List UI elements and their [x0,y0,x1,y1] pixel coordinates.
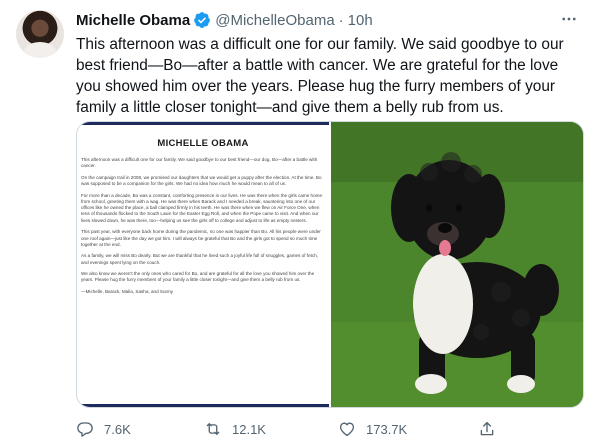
verified-badge-icon [193,11,211,29]
heart-icon [339,422,355,437]
dog-photo[interactable] [331,122,583,407]
author-name[interactable]: Michelle Obama [76,12,190,29]
statement-signature: —Michelle, Barack, Malia, Sasha, and Sun… [81,288,173,294]
statement-bottom-bar [77,404,329,407]
statement-body: This afternoon was a difficult one for o… [81,157,325,300]
avatar-shoulders [24,42,56,58]
retweet-icon [206,423,220,435]
author-handle[interactable]: @MichelleObama [215,12,334,29]
tweet-media[interactable]: MICHELLE OBAMA This afternoon was a diff… [76,121,584,408]
tweet-text: This afternoon was a difficult one for o… [76,36,564,116]
statement-top-bar [77,122,329,125]
reply-button[interactable]: 7.6K [76,420,131,438]
share-button[interactable] [478,420,506,438]
statement-image[interactable]: MICHELLE OBAMA This afternoon was a diff… [77,122,331,407]
like-button[interactable]: 173.7K [338,420,407,438]
share-icon [480,421,494,436]
statement-paragraph: On the campaign trail in 2008, we promis… [81,174,322,187]
statement-paragraph: This afternoon was a difficult one for o… [81,157,318,169]
reply-icon [77,422,93,437]
like-count: 173.7K [366,421,408,437]
statement-paragraph: For more than a decade, Bo was a constan… [81,192,323,223]
reply-count: 7.6K [104,421,131,437]
statement-paragraph: We also know we weren't the only ones wh… [81,271,315,283]
statement-title: MICHELLE OBAMA [157,138,249,149]
retweet-count: 12.1K [232,421,266,437]
tweet-actions: 7.6K 12.1K 173.7K [76,419,582,439]
statement-paragraph: As a family, we will miss Bo dearly. But… [81,253,319,265]
statement-paragraph: This past year, with everyone back home … [81,229,321,247]
more-icon[interactable] [558,10,580,28]
retweet-button[interactable]: 12.1K [204,420,266,438]
tweet-timestamp[interactable]: 10h [348,12,373,29]
tweet-header: Michelle Obama @MichelleObama · 10h [76,10,373,30]
dog-illustration [331,122,583,407]
author-avatar[interactable] [16,10,64,58]
header-separator: · [338,11,344,29]
